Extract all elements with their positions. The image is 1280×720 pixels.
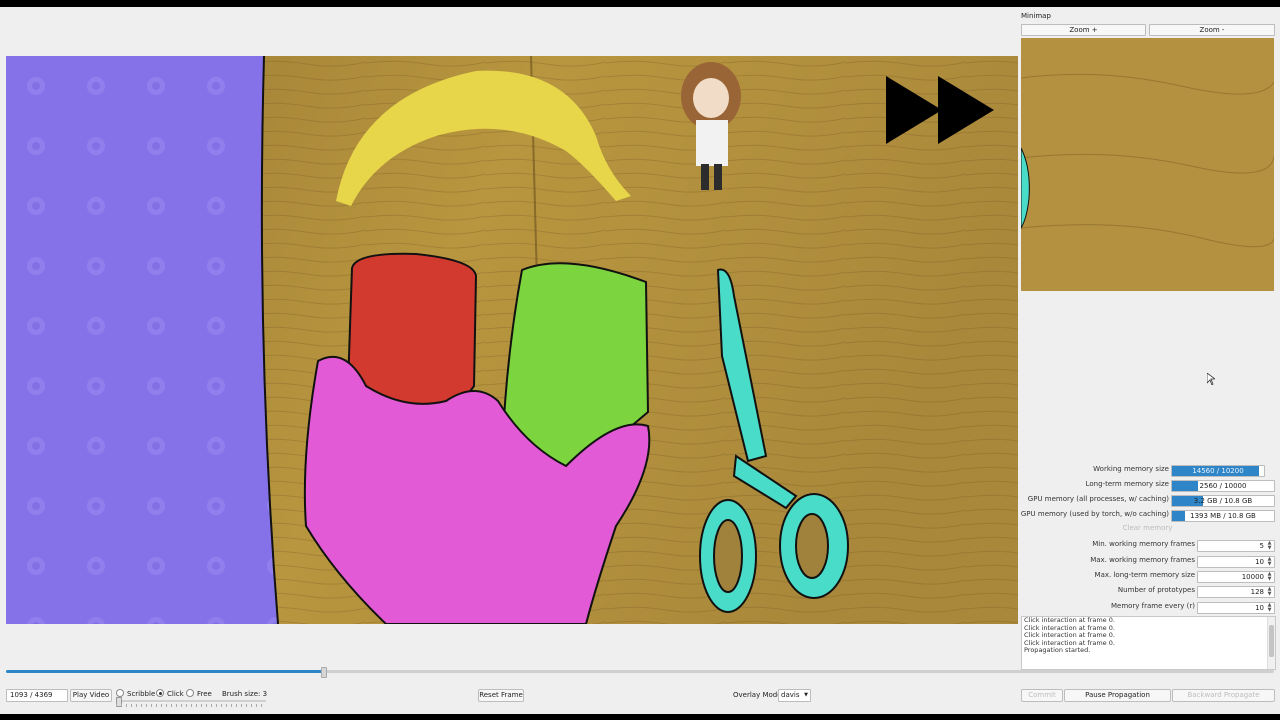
reset-frame-button[interactable]: Reset Frame <box>478 689 524 702</box>
video-canvas[interactable] <box>6 56 1018 624</box>
max-working-frames-spinbox[interactable]: 10 ▲ ▼ <box>1197 556 1275 568</box>
commit-button[interactable]: Commit <box>1021 689 1063 702</box>
spinbox-arrows-icon[interactable]: ▲ ▼ <box>1266 587 1273 597</box>
overlay-mode-value: davis <box>781 691 800 699</box>
spinbox-value: 10000 <box>1241 573 1264 581</box>
setting-max-working-frames: Max. working memory frames <box>1021 555 1195 567</box>
spinbox-value: 128 <box>1250 588 1264 596</box>
minimap-title: Minimap <box>1021 12 1051 20</box>
backward-propagate-button[interactable]: Backward Propagate <box>1172 689 1275 702</box>
stat-label: Long-term memory size <box>1085 480 1169 488</box>
radio-label: Click <box>167 690 184 698</box>
mode-click-radio[interactable]: Click <box>156 689 184 699</box>
bar-value: 2560 / 10000 <box>1199 482 1247 490</box>
spinbox-arrows-icon[interactable]: ▲ ▼ <box>1266 557 1273 567</box>
fast-forward-icon <box>886 76 994 144</box>
setting-label: Memory frame every (r) <box>1110 602 1195 610</box>
bar-value: 3.2 GB / 10.8 GB <box>1193 497 1253 505</box>
radio-label: Free <box>197 690 212 698</box>
max-long-term-size-spinbox[interactable]: 10000 ▲ ▼ <box>1197 571 1275 583</box>
overlay-mode-label: Overlay Mode <box>733 691 782 699</box>
stat-long-term-memory: Long-term memory size <box>1021 479 1169 491</box>
stat-gpu-torch: GPU memory (used by torch, w/o caching) <box>1021 509 1169 521</box>
pause-propagation-button[interactable]: Pause Propagation <box>1064 689 1171 702</box>
gpu-torch-bar: 1393 MB / 10.8 GB <box>1171 510 1275 522</box>
zoom-in-button[interactable]: Zoom + <box>1021 24 1146 36</box>
chevron-down-icon: ▼ <box>804 692 808 698</box>
setting-label: Number of prototypes <box>1117 586 1195 594</box>
frame-current: 1093 <box>10 691 28 699</box>
stat-gpu-all: GPU memory (all processes, w/ caching) <box>1021 494 1169 506</box>
gpu-all-bar: 3.2 GB / 10.8 GB <box>1171 495 1275 507</box>
setting-memory-frame-every: Memory frame every (r) <box>1021 601 1195 613</box>
radio-selected-icon <box>156 689 164 697</box>
frame-counter[interactable]: 1093 / 4369 <box>6 689 68 702</box>
log-scrollbar[interactable] <box>1267 617 1275 669</box>
setting-max-long-term-size: Max. long-term memory size <box>1021 570 1195 582</box>
spinbox-arrows-icon[interactable]: ▲ ▼ <box>1266 572 1273 582</box>
stat-working-memory: Working memory size <box>1021 464 1169 476</box>
timeline-handle[interactable] <box>321 667 327 678</box>
timeline-progress <box>6 670 323 673</box>
log-console[interactable]: Click interaction at frame 0. Click inte… <box>1021 616 1276 670</box>
long-term-memory-bar: 2560 / 10000 <box>1171 480 1275 492</box>
setting-min-working-frames: Min. working memory frames <box>1021 539 1195 551</box>
zoom-out-button[interactable]: Zoom - <box>1149 24 1275 36</box>
stat-label: Working memory size <box>1093 465 1169 473</box>
spinbox-value: 10 <box>1255 604 1264 612</box>
setting-label: Min. working memory frames <box>1092 540 1195 548</box>
brush-size-label: Brush size: 3 <box>222 690 268 698</box>
mode-free-radio[interactable]: Free <box>186 689 212 699</box>
working-memory-bar: 14560 / 10200 <box>1171 465 1265 477</box>
min-working-frames-spinbox[interactable]: 5 ▲ ▼ <box>1197 540 1275 552</box>
spinbox-arrows-icon[interactable]: ▲ ▼ <box>1266 603 1273 613</box>
log-scrollbar-thumb[interactable] <box>1269 625 1274 657</box>
spinbox-value: 10 <box>1255 558 1264 566</box>
stat-label: GPU memory (used by torch, w/o caching) <box>1020 510 1169 518</box>
radio-label: Scribble <box>127 690 156 698</box>
brush-size-ticks <box>116 704 266 707</box>
setting-label: Max. long-term memory size <box>1094 571 1195 579</box>
bar-value: 1393 MB / 10.8 GB <box>1190 512 1256 520</box>
timeline-slider[interactable] <box>6 667 1274 678</box>
radio-icon <box>186 689 194 697</box>
bar-value: 14560 / 10200 <box>1192 467 1244 475</box>
stat-label: GPU memory (all processes, w/ caching) <box>1027 495 1169 503</box>
memory-frame-every-spinbox[interactable]: 10 ▲ ▼ <box>1197 602 1275 614</box>
radio-icon <box>116 689 124 697</box>
overlay-mode-select[interactable]: davis ▼ <box>778 689 811 702</box>
frame-total: 4369 <box>34 691 53 699</box>
setting-num-prototypes: Number of prototypes <box>1021 585 1195 597</box>
spinbox-value: 5 <box>1259 542 1264 550</box>
app-window: Minimap Zoom + Zoom - Working memory siz… <box>0 7 1280 714</box>
minimap-view[interactable] <box>1021 38 1274 291</box>
log-line: Propagation started. <box>1024 646 1091 655</box>
brush-size-slider[interactable] <box>116 697 266 707</box>
mouse-cursor-icon <box>1207 373 1215 385</box>
spinbox-arrows-icon[interactable]: ▲ ▼ <box>1266 541 1273 551</box>
minimap-frame <box>1021 38 1274 291</box>
num-prototypes-spinbox[interactable]: 128 ▲ ▼ <box>1197 586 1275 598</box>
setting-label: Max. working memory frames <box>1090 556 1195 564</box>
play-video-button[interactable]: Play Video <box>70 689 112 702</box>
video-frame <box>6 56 1018 624</box>
clear-memory-button[interactable]: Clear memory <box>1021 523 1274 533</box>
